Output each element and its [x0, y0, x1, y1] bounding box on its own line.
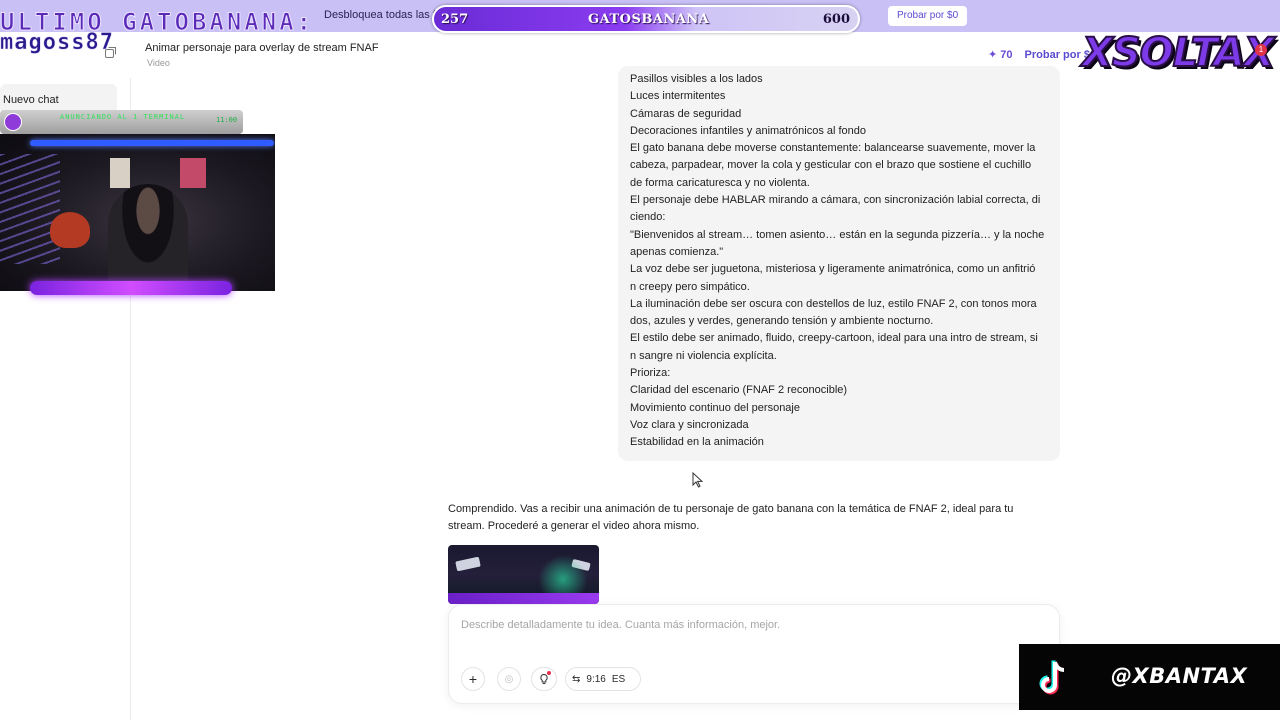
webcam-video	[0, 134, 275, 291]
floor-glow	[448, 593, 599, 604]
chat-subtitle: Video	[147, 58, 170, 68]
message-line: stream. Procederé a generar el video aho…	[448, 520, 700, 533]
message-line: El gato banana debe moverse constantemen…	[630, 142, 1036, 155]
message-line: "Bienvenidos al stream… tomen asiento… e…	[630, 228, 1045, 241]
message-line: Comprendido. Vas a recibir una animación…	[448, 503, 1014, 515]
message-line: ciendo:	[630, 211, 666, 224]
plush-toy	[50, 212, 90, 248]
message-line: La iluminación debe ser oscura con deste…	[630, 297, 1037, 310]
message-line: El estilo debe ser animado, fluido, cree…	[630, 332, 1038, 345]
webcam-timer: 11:00	[216, 116, 238, 124]
stream-overlay-username: magoss87	[0, 30, 114, 56]
credits-count: 70	[1000, 49, 1013, 61]
tiktok-handle: @XBANTAX	[1111, 664, 1248, 688]
streamer-figure	[108, 184, 188, 291]
message-line: n creepy pero simpático.	[630, 280, 750, 293]
message-line: de forma caricaturesca y no violenta.	[630, 176, 810, 189]
user-message: Pasillos visibles a los lados Luces inter…	[618, 66, 1060, 461]
message-line: Pasillos visibles a los lados	[630, 73, 763, 85]
stream-goal-bar: 257 GATOSBANANA 600	[432, 5, 860, 33]
aspect-ratio: 9:16	[586, 673, 606, 685]
inspiration-button[interactable]	[531, 667, 557, 691]
message-line: Cámaras de seguridad	[630, 107, 742, 120]
brand-logo: XSOLTAX	[1072, 8, 1275, 92]
message-line: n sangre ni violencia explícita.	[630, 349, 777, 362]
message-line: cabeza, parpadear, mover la cola y gesti…	[630, 159, 1032, 172]
tiktok-overlay-border	[1019, 710, 1280, 720]
language-code: ES	[611, 673, 626, 685]
string-lights	[0, 154, 60, 264]
goal-label: GATOSBANANA	[588, 12, 710, 27]
message-line: Estabilidad en la animación	[630, 436, 764, 449]
goal-target: 600	[822, 12, 850, 27]
video-settings-button[interactable]: ⇆ 9:16 ES	[565, 667, 641, 691]
add-attachment-button[interactable]: +	[461, 667, 485, 691]
tiktok-overlay: @XBANTAX	[1019, 644, 1280, 710]
security-camera-shape	[455, 556, 481, 572]
credits-counter[interactable]: ✦ 70	[988, 48, 1013, 61]
circle-icon: ◎	[504, 673, 514, 685]
webcam-header: ANUNCIANDO AL 1 TERMINAL 11:00	[0, 110, 243, 134]
green-light-beam	[538, 555, 588, 595]
notification-dot	[547, 671, 551, 675]
wall-poster	[110, 158, 130, 188]
prompt-input[interactable]	[461, 619, 1021, 631]
message-line: Claridad del escenario (FNAF 2 reconocib…	[630, 384, 848, 397]
video-thumbnail[interactable]	[448, 545, 599, 604]
notification-badge: 1	[1255, 44, 1267, 56]
plus-icon: +	[468, 671, 478, 687]
composer: + ◎ ⇆ 9:16 ES	[448, 604, 1060, 704]
message-line: Prioriza:	[630, 367, 671, 380]
message-line: apenas comienza."	[630, 245, 724, 258]
chat-title: Animar personaje para overlay de stream …	[145, 42, 379, 54]
webcam-top-glow	[30, 140, 274, 146]
webcam-bottom-glow	[30, 281, 232, 295]
message-line: Luces intermitentes	[630, 90, 726, 103]
message-line: Voz clara y sincronizada	[630, 418, 749, 431]
message-line: El personaje debe HABLAR mirando a cámar…	[630, 194, 1041, 207]
message-line: Decoraciones infantiles y animatrónicos …	[630, 124, 867, 137]
message-line: dos, azules y verdes, generando tensión …	[630, 315, 934, 328]
message-line: Movimiento continuo del personaje	[630, 401, 800, 414]
goal-current: 257	[441, 12, 469, 27]
user-message-text: Pasillos visibles a los lados Luces inter…	[630, 71, 1050, 452]
wall-poster	[180, 158, 206, 188]
webcam-alert-text: ANUNCIANDO AL 1 TERMINAL	[60, 113, 186, 121]
mouse-cursor-icon	[692, 472, 704, 488]
brand-logo-text: XSOLTAX	[1081, 29, 1275, 77]
sparkle-icon: ✦	[988, 49, 998, 61]
message-line: La voz debe ser juguetona, misteriosa y …	[630, 263, 1036, 276]
sliders-icon: ⇆	[572, 673, 581, 685]
avatar	[4, 113, 22, 131]
assistant-message: Comprendido. Vas a recibir una animación…	[448, 501, 1048, 536]
style-button[interactable]: ◎	[497, 667, 521, 691]
tiktok-icon	[1039, 660, 1065, 695]
webcam-overlay: ANUNCIANDO AL 1 TERMINAL 11:00	[0, 110, 275, 310]
promo-try-button[interactable]: Probar por $0	[888, 6, 968, 26]
